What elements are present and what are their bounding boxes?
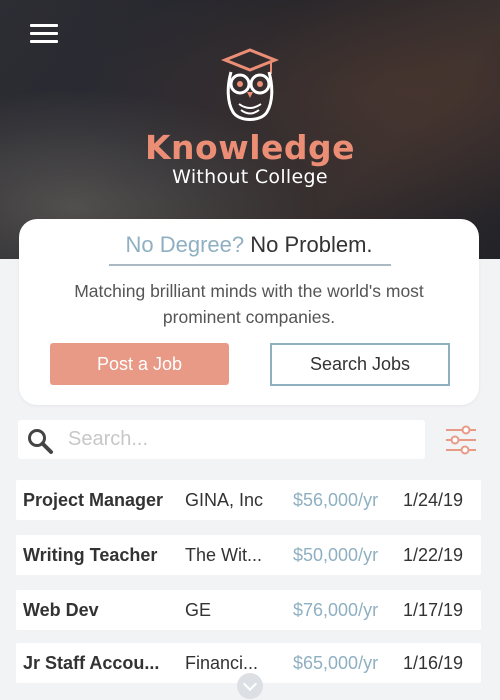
tagline-divider (109, 264, 391, 266)
job-date: 1/17/19 (403, 600, 464, 620)
search-jobs-button[interactable]: Search Jobs (270, 343, 450, 386)
job-title: Web Dev (23, 600, 99, 620)
job-title: Project Manager (23, 490, 164, 510)
search-input[interactable] (68, 424, 418, 455)
job-company: Financi... (185, 653, 259, 673)
job-salary: $76,000/yr (293, 600, 379, 620)
job-company: GINA, Inc (185, 490, 264, 510)
job-company: GE (185, 600, 212, 620)
tagline-question: No Degree? (125, 232, 245, 257)
brand-logo[interactable]: Knowledge Without College (0, 46, 500, 188)
owl-logo-icon (220, 48, 280, 121)
job-row[interactable]: Web Dev GE $76,000/yr 1/17/19 (16, 590, 481, 630)
brand-subtitle: Without College (172, 166, 328, 188)
job-title: Jr Staff Accou... (23, 653, 160, 673)
brand-name: Knowledge (144, 128, 356, 167)
post-job-button[interactable]: Post a Job (50, 343, 229, 385)
job-date: 1/22/19 (403, 545, 464, 565)
job-salary: $56,000/yr (293, 490, 379, 510)
tagline: No Degree? No Problem. (19, 232, 479, 258)
job-title: Writing Teacher (23, 545, 158, 565)
job-company: The Wit... (185, 545, 263, 565)
sliders-filter-icon[interactable] (445, 425, 477, 455)
job-date: 1/24/19 (403, 490, 464, 510)
hamburger-menu-icon[interactable] (30, 24, 58, 44)
job-salary: $50,000/yr (293, 545, 379, 565)
search-icon[interactable] (26, 427, 54, 455)
job-row[interactable]: Writing Teacher The Wit... $50,000/yr 1/… (16, 535, 481, 575)
job-salary: $65,000/yr (293, 653, 379, 673)
hero-card: No Degree? No Problem. Matching brillian… (19, 219, 479, 405)
search-bar (18, 420, 425, 459)
job-date: 1/16/19 (403, 653, 464, 673)
tagline-answer: No Problem. (250, 232, 373, 257)
tagline-subtitle: Matching brilliant minds with the world'… (74, 281, 424, 327)
job-row[interactable]: Project Manager GINA, Inc $56,000/yr 1/2… (16, 480, 481, 520)
chevron-down-icon[interactable] (237, 673, 263, 699)
